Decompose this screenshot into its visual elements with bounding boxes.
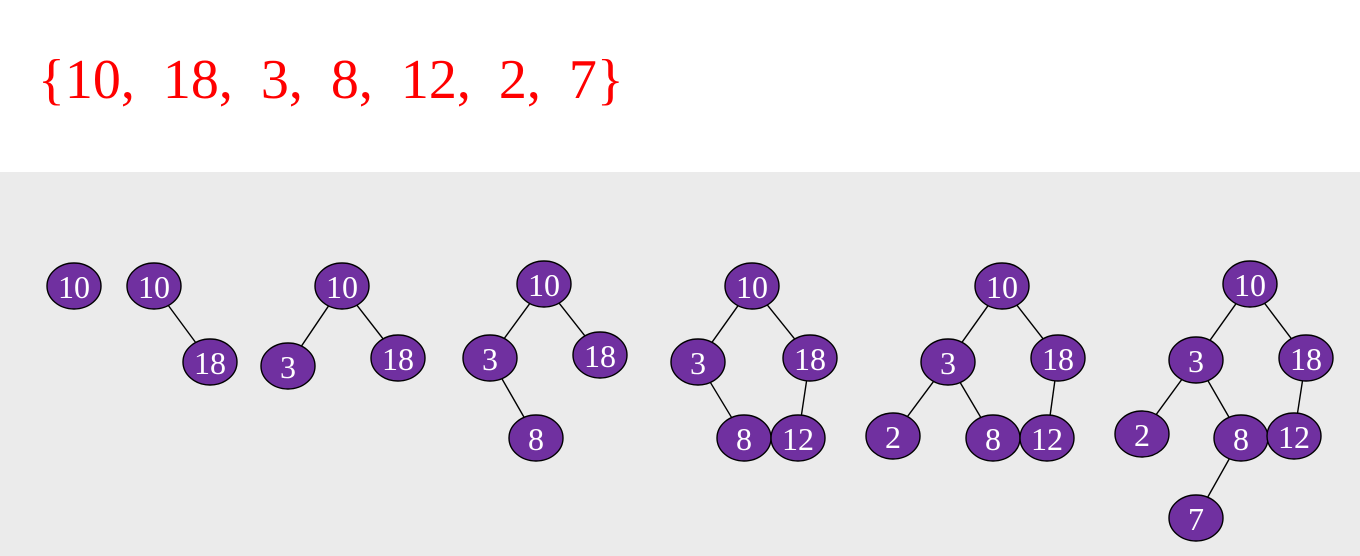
tree-step-6: 10 3 18 2 8 12 [865,262,1086,462]
tree-node-label: 8 [528,421,544,457]
tree-node-label: 18 [794,341,826,377]
tree-edge [766,304,796,340]
tree-edge [1049,380,1056,416]
tree-node-label: 3 [690,345,706,381]
tree-edge [1264,302,1292,340]
tree-edge [1296,380,1304,414]
tree-node-label: 3 [280,349,296,385]
tree-node: 18 [370,334,426,382]
tree-edge [300,305,330,347]
tree-edge [501,378,525,418]
tree-node-label: 18 [1042,341,1074,377]
tree-node: 12 [770,414,826,462]
tree-node: 18 [1030,334,1086,382]
tree-step-5: 10 3 18 8 12 [670,262,838,462]
tree-edge [711,305,739,343]
tree-node: 8 [965,414,1021,462]
tree-node-label: 10 [58,269,90,305]
tree-edge [800,380,808,416]
tree-edge [1016,304,1044,340]
tree-node: 12 [1266,412,1322,460]
tree-step-4: 10 3 18 8 [462,260,628,462]
tree-node: 10 [314,262,370,310]
tree-edge [1207,380,1230,418]
tree-node: 3 [920,338,976,386]
slide: {10, 18, 3, 8, 12, 2, 7} 10 10 18 10 3 18 10 3 1… [0,0,1360,556]
tree-node: 7 [1168,494,1224,542]
tree-node: 18 [182,338,238,386]
tree-node-label: 3 [940,345,956,381]
tree-node: 3 [670,338,726,386]
tree-step-7: 10 3 18 2 8 12 7 [1114,260,1334,542]
tree-node-label: 10 [736,269,768,305]
tree-node: 10 [724,262,780,310]
tree-node-label: 3 [482,341,498,377]
tree-edge [906,381,935,417]
tree-node: 10 [516,260,572,308]
tree-node: 8 [508,414,564,462]
tree-node-label: 12 [782,421,814,457]
tree-node: 12 [1019,414,1075,462]
tree-edge [503,303,531,339]
tree-node-label: 18 [194,345,226,381]
tree-node: 10 [1222,260,1278,308]
tree-step-2: 10 18 [126,262,238,386]
tree-node: 10 [974,262,1030,310]
tree-step-3: 10 3 18 [260,262,426,390]
tree-node: 8 [716,414,772,462]
tree-edge [356,304,384,340]
tree-edge [1209,303,1237,341]
tree-node: 2 [1114,410,1170,458]
tree-node: 3 [1168,336,1224,384]
tree-node-label: 12 [1278,419,1310,455]
tree-step-1: 10 [46,262,102,310]
tree-edge [1155,379,1183,415]
tree-node-label: 2 [885,419,901,455]
tree-node: 10 [126,262,182,310]
tree-node-label: 3 [1188,343,1204,379]
tree-node-label: 18 [382,341,414,377]
tree-node: 10 [46,262,102,310]
tree-node: 18 [572,331,628,379]
tree-node-label: 10 [326,269,358,305]
tree-node: 18 [1278,334,1334,382]
tree-node: 18 [782,334,838,382]
tree-node-label: 10 [986,269,1018,305]
tree-node-label: 18 [1290,341,1322,377]
tree-node-label: 2 [1134,417,1150,453]
tree-node-label: 12 [1031,421,1063,457]
tree-edge [961,305,989,343]
tree-node-label: 10 [528,267,560,303]
tree-node: 8 [1213,414,1269,462]
tree-node-label: 8 [736,421,752,457]
tree-node: 3 [462,334,518,382]
tree-node-label: 8 [985,421,1001,457]
tree-node-label: 10 [138,269,170,305]
tree-node-label: 7 [1188,501,1204,537]
tree-edge [959,382,982,418]
tree-node: 2 [865,412,921,460]
tree-edge [558,302,586,337]
tree-edge [167,305,197,343]
tree-node-label: 8 [1233,421,1249,457]
tree-edge [709,382,733,418]
bst-insertion-diagram: 10 10 18 10 3 18 10 3 18 8 10 3 18 8 12 10 3 18 2 8 12 10 3 18 2… [46,260,1334,542]
tree-node-label: 10 [1234,267,1266,303]
tree-node-label: 18 [584,338,616,374]
tree-node: 3 [260,342,316,390]
tree-edge [1207,458,1230,498]
